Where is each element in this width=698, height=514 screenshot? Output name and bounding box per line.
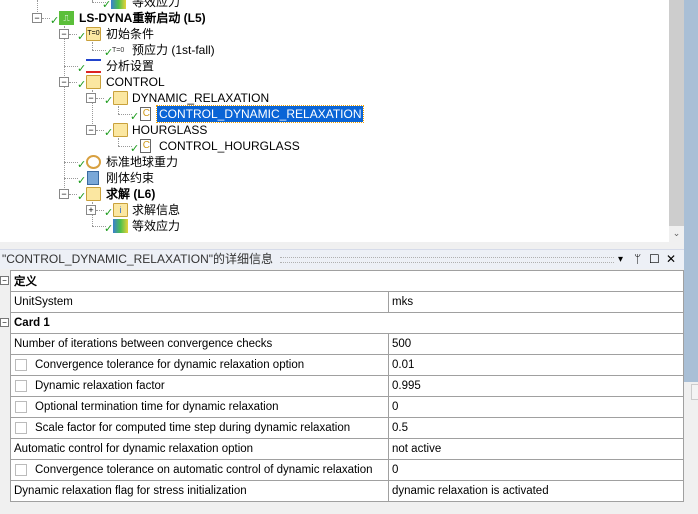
side-panel-strip xyxy=(684,0,698,382)
scrollbar-thumb[interactable] xyxy=(669,0,684,226)
table-row[interactable]: Convergence tolerance for dynamic relaxa… xyxy=(10,354,684,376)
tree-item-control[interactable]: − ✓ CONTROL xyxy=(0,74,300,91)
ls-dyna-icon: ⎍ xyxy=(59,11,74,25)
pin-icon[interactable]: ᛘ xyxy=(634,250,641,269)
collapse-group-definition[interactable]: − xyxy=(0,276,9,285)
table-row[interactable]: Convergence tolerance on automatic contr… xyxy=(10,459,684,481)
folder-icon xyxy=(113,91,128,105)
tree-item-dynamic-relaxation[interactable]: − ✓ DYNAMIC_RELAXATION xyxy=(0,90,300,107)
value-cell[interactable]: 0.995 xyxy=(388,375,684,397)
tree-item-initial-conditions[interactable]: − ✓ T=0 初始条件 xyxy=(0,26,300,43)
table-row[interactable]: Scale factor for computed time step duri… xyxy=(10,417,684,439)
collapse-toggle[interactable]: − xyxy=(59,189,69,199)
table-row[interactable]: Optional termination time for dynamic re… xyxy=(10,396,684,418)
prestress-icon: T=0 xyxy=(112,47,125,54)
tree-item-standard-earth-gravity[interactable]: ✓ 标准地球重力 xyxy=(0,154,300,171)
parameter-checkbox[interactable] xyxy=(15,379,27,392)
tree-item-equivalent-stress-top[interactable]: ✓ 等效应力 xyxy=(0,0,300,11)
tree-item-ls-dyna-restart[interactable]: − ✓ ⎍ LS-DYNA重新启动 (L5) xyxy=(0,10,300,27)
tree-item-prestress[interactable]: ✓ T=0 预应力 (1st-fall) xyxy=(0,42,300,59)
result-icon xyxy=(111,0,126,9)
folder-icon xyxy=(113,123,128,137)
tree-item-hourglass[interactable]: − ✓ HOURGLASS xyxy=(0,122,300,139)
table-row[interactable]: Dynamic relaxation factor 0.995 xyxy=(10,375,684,397)
tree-item-equivalent-stress[interactable]: ✓ 等效应力 xyxy=(0,218,300,235)
table-row[interactable]: Dynamic relaxation flag for stress initi… xyxy=(10,480,684,502)
collapse-toggle[interactable]: − xyxy=(59,77,69,87)
tree-item-control-dynamic-relaxation[interactable]: ✓ C CONTROL_DYNAMIC_RELAXATION xyxy=(0,105,365,123)
rigid-body-icon xyxy=(87,171,99,185)
dropdown-icon[interactable]: ▾ xyxy=(618,250,623,269)
scroll-down-arrow-icon[interactable]: ⌄ xyxy=(669,228,684,240)
details-table: 定义 UnitSystem mks Card 1 Number of iterat… xyxy=(10,270,684,502)
result-icon xyxy=(113,219,128,233)
initial-conditions-icon: T=0 xyxy=(86,27,101,41)
group-header[interactable]: 定义 xyxy=(10,270,684,292)
collapse-toggle[interactable]: − xyxy=(32,13,42,23)
tree-item-rigid-body-constraint[interactable]: ✓ 刚体约束 xyxy=(0,170,300,187)
drag-grip[interactable] xyxy=(280,257,614,263)
table-row[interactable]: Automatic control for dynamic relaxation… xyxy=(10,438,684,460)
value-cell[interactable]: not active xyxy=(388,438,684,460)
value-cell[interactable]: mks xyxy=(388,291,684,313)
tree-item-solution-info[interactable]: + ✓ i 求解信息 xyxy=(0,202,300,219)
collapse-toggle[interactable]: − xyxy=(86,125,96,135)
value-cell[interactable]: dynamic relaxation is activated xyxy=(388,480,684,502)
info-icon: i xyxy=(113,203,128,217)
project-tree[interactable]: ✓ 等效应力 − ✓ ⎍ LS-DYNA重新启动 (L5) − ✓ T=0 初始… xyxy=(0,0,669,242)
solution-icon xyxy=(86,187,101,201)
parameter-checkbox[interactable] xyxy=(15,463,27,476)
table-row[interactable]: Number of iterations between convergence… xyxy=(10,333,684,355)
value-cell[interactable]: 500 xyxy=(388,333,684,355)
value-cell[interactable]: 0 xyxy=(388,396,684,418)
details-panel-title: "CONTROL_DYNAMIC_RELAXATION"的详细信息 xyxy=(2,252,274,266)
collapse-group-card1[interactable]: − xyxy=(0,318,9,327)
parameter-checkbox[interactable] xyxy=(15,358,27,371)
gravity-icon xyxy=(86,155,101,169)
value-cell[interactable]: 0.5 xyxy=(388,417,684,439)
collapse-toggle[interactable]: − xyxy=(86,93,96,103)
folder-icon xyxy=(86,75,101,89)
analysis-settings-icon xyxy=(86,59,101,73)
collapse-toggle[interactable]: − xyxy=(59,29,69,39)
tree-item-analysis-settings[interactable]: ✓ 分析设置 xyxy=(0,58,300,75)
table-row[interactable]: UnitSystem mks xyxy=(10,291,684,313)
tree-item-control-hourglass[interactable]: ✓ C CONTROL_HOURGLASS xyxy=(0,138,300,155)
close-icon[interactable]: ✕ xyxy=(666,250,676,269)
side-tab[interactable] xyxy=(691,384,698,400)
expand-toggle[interactable]: + xyxy=(86,205,96,215)
value-cell[interactable]: 0.01 xyxy=(388,354,684,376)
parameter-checkbox[interactable] xyxy=(15,400,27,413)
details-panel-header: "CONTROL_DYNAMIC_RELAXATION"的详细信息 ▾ ᛘ ☐ … xyxy=(0,249,684,269)
keyword-icon: C xyxy=(140,107,151,121)
parameter-checkbox[interactable] xyxy=(15,421,27,434)
value-cell[interactable]: 0 xyxy=(388,459,684,481)
maximize-icon[interactable]: ☐ xyxy=(649,250,660,269)
tree-item-solution[interactable]: − ✓ 求解 (L6) xyxy=(0,186,300,203)
group-header[interactable]: Card 1 xyxy=(10,312,684,334)
keyword-icon: C xyxy=(140,139,151,153)
